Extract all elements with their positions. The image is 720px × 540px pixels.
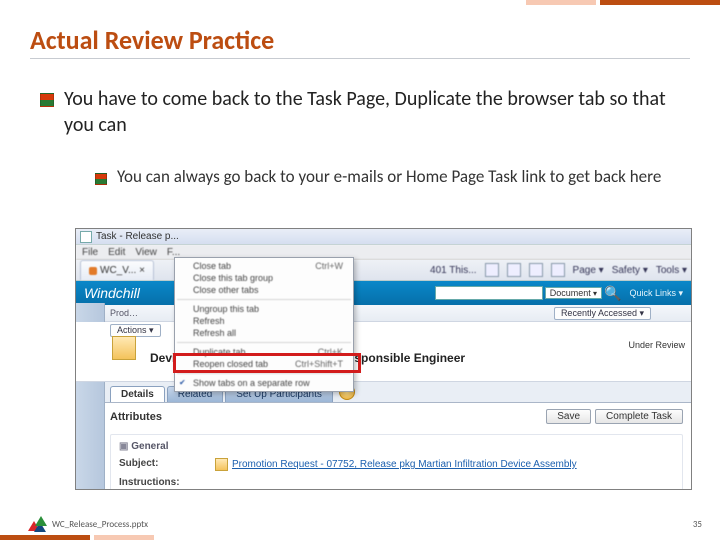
search-input[interactable] (435, 286, 543, 300)
embedded-screenshot: Task - Release p... File Edit View F... … (75, 228, 692, 490)
home-icon[interactable] (485, 263, 499, 277)
task-icon (112, 336, 136, 360)
ie-menu-bar[interactable]: File Edit View F... (76, 245, 691, 260)
instructions-label: Instructions: (119, 477, 189, 488)
menu-refresh-all[interactable]: Refresh all (175, 327, 353, 339)
menu-duplicate-tab[interactable]: Duplicate tabCtrl+K (175, 346, 353, 358)
menu-separator (177, 373, 351, 374)
cmd-tools[interactable]: Tools ▾ (656, 265, 687, 276)
cmd-page[interactable]: Page ▾ (573, 265, 604, 276)
ie-window-title-bar: Task - Release p... (76, 229, 691, 245)
tab-details[interactable]: Details (110, 386, 165, 402)
menu-reopen-closed-tab[interactable]: Reopen closed tabCtrl+Shift+T (175, 358, 353, 370)
quick-links[interactable]: Quick Links ▾ (629, 288, 683, 299)
object-header: Actions ▾ Device Assembly1360005378312-R… (76, 322, 691, 382)
feeds-icon[interactable] (507, 263, 521, 277)
windchill-brand: Windchill (84, 285, 140, 301)
menu-separator (177, 299, 351, 300)
windchill-search[interactable]: Document 🔍 (435, 285, 622, 302)
subject-label: Subject: (119, 458, 189, 471)
ie-window-title: Task - Release p... (96, 231, 179, 242)
slide-title: Actual Review Practice (30, 24, 690, 56)
menu-refresh[interactable]: Refresh (175, 315, 353, 327)
footer-logo: WC_Release_Process.pptx (28, 516, 148, 532)
decor-bottom-bars (0, 535, 154, 540)
favicon-icon (89, 267, 97, 275)
bullet-icon (95, 173, 107, 185)
bullet-level-2: You can always go back to your e-mails o… (95, 166, 686, 188)
ie-command-bar[interactable]: 401 This... Page ▾ Safety ▾ Tools ▾ (430, 260, 687, 280)
check-icon: ✔ (179, 378, 186, 387)
bullet-text: You have to come back to the Task Page, … (64, 86, 686, 138)
menu-close-other-tabs[interactable]: Close other tabs (175, 284, 353, 296)
menu-close-tab-group[interactable]: Close this tab group (175, 272, 353, 284)
menu-close-tab[interactable]: Close tabCtrl+W (175, 260, 353, 272)
slide-number: 35 (693, 519, 702, 530)
slide-footer: WC_Release_Process.pptx 35 (28, 516, 702, 532)
cmd-401[interactable]: 401 This... (430, 265, 477, 276)
triangle-logo-icon (28, 516, 46, 532)
browser-tab-label: WC_V... × (100, 265, 145, 276)
lifecycle-status: Under Review (628, 340, 685, 350)
windchill-header: Windchill Document 🔍 Quick Links ▾ (76, 281, 691, 305)
breadcrumb-product[interactable]: Prod… (110, 308, 138, 318)
menu-tabs-separate-row[interactable]: ✔ Show tabs on a separate row (175, 377, 353, 389)
bullet-level-1: You have to come back to the Task Page, … (40, 86, 686, 138)
browser-tab[interactable]: WC_V... × (80, 260, 154, 280)
general-section: General Subject: Promotion Request - 077… (110, 434, 683, 490)
menu-view[interactable]: View (135, 247, 157, 258)
menu-edit[interactable]: Edit (108, 247, 125, 258)
complete-task-button[interactable]: Complete Task (595, 409, 683, 424)
tab-context-menu[interactable]: Close tabCtrl+W Close this tab group Clo… (174, 257, 354, 392)
bullet-icon (40, 93, 54, 107)
cmd-safety[interactable]: Safety ▾ (612, 265, 648, 276)
mail-icon[interactable] (529, 263, 543, 277)
breadcrumb-row: Prod… Recently Accessed ▾ (76, 305, 691, 322)
promotion-request-icon (215, 458, 228, 471)
details-panel: Attributes Save Complete Task General Su… (76, 403, 691, 490)
menu-more[interactable]: F... (167, 247, 180, 258)
page-icon (80, 231, 92, 243)
attributes-heading: Attributes (110, 411, 162, 423)
search-icon[interactable]: 🔍 (604, 285, 621, 302)
print-icon[interactable] (551, 263, 565, 277)
menu-separator (177, 342, 351, 343)
menu-ungroup-tab[interactable]: Ungroup this tab (175, 303, 353, 315)
search-type-dropdown[interactable]: Document (545, 287, 602, 299)
bullet-text: You can always go back to your e-mails o… (117, 166, 661, 188)
ie-tab-strip[interactable]: WC_V... × 401 This... Page ▾ Safety ▾ To… (76, 260, 691, 281)
subject-link[interactable]: Promotion Request - 07752, Release pkg M… (215, 458, 577, 471)
recently-accessed-dropdown[interactable]: Recently Accessed ▾ (554, 307, 651, 320)
decor-top-bars (526, 0, 720, 5)
footer-filename: WC_Release_Process.pptx (52, 519, 148, 530)
save-button[interactable]: Save (546, 409, 591, 424)
title-underline (30, 58, 690, 59)
menu-file[interactable]: File (82, 247, 98, 258)
object-tab-bar: Details Related Set Up Participants (76, 382, 691, 403)
slide: Actual Review Practice You have to come … (0, 0, 720, 540)
general-heading: General (119, 441, 674, 452)
